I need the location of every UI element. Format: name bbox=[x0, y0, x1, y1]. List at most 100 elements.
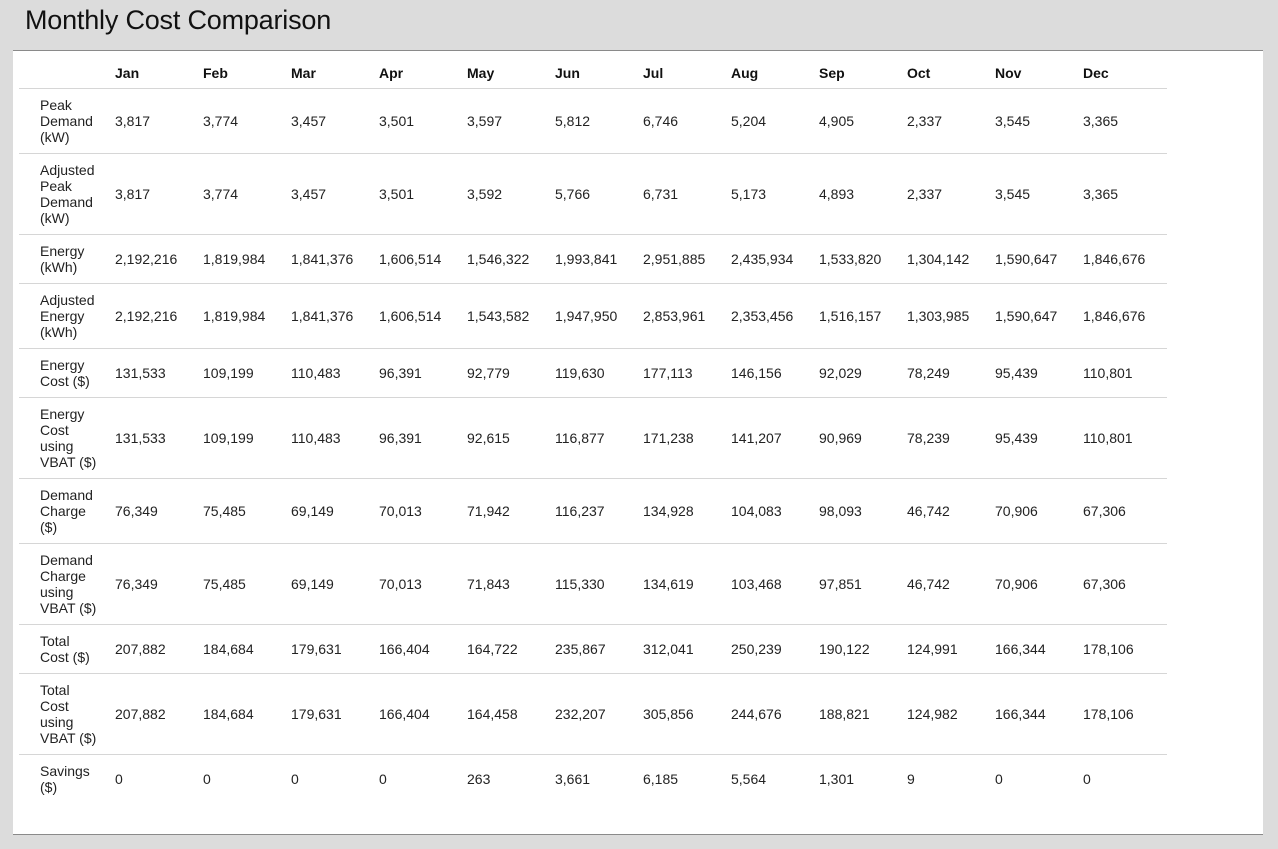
value-cell-sep: 92,029 bbox=[815, 348, 903, 398]
value-cell-may: 1,543,582 bbox=[463, 283, 551, 349]
row-label-cell: Total Cost using VBAT ($) bbox=[19, 673, 111, 755]
value-cell-mar: 69,149 bbox=[287, 543, 375, 625]
value-cell-sep: 190,122 bbox=[815, 624, 903, 674]
value-cell-aug: 104,083 bbox=[727, 478, 815, 544]
value-cell-jul: 134,619 bbox=[639, 543, 727, 625]
value-cell-may: 3,592 bbox=[463, 153, 551, 235]
value-cell-feb: 3,774 bbox=[199, 153, 287, 235]
value-cell-sep: 4,905 bbox=[815, 88, 903, 154]
row-label-cell: Energy Cost using VBAT ($) bbox=[19, 397, 111, 479]
value-cell-dec: 178,106 bbox=[1079, 673, 1167, 755]
column-header-jan: Jan bbox=[111, 58, 199, 89]
value-cell-may: 92,779 bbox=[463, 348, 551, 398]
row-label: Peak Demand (kW) bbox=[40, 97, 93, 145]
value-cell-apr: 1,606,514 bbox=[375, 283, 463, 349]
table-row: Total Cost ($) 207,882 184,684 179,631 166,4… bbox=[19, 624, 1167, 674]
column-header-mar: Mar bbox=[287, 58, 375, 89]
row-label: Adjusted Energy (kWh) bbox=[40, 292, 95, 340]
value-cell-may: 71,843 bbox=[463, 543, 551, 625]
column-header-aug: Aug bbox=[727, 58, 815, 89]
value-cell-dec: 110,801 bbox=[1079, 348, 1167, 398]
value-cell-feb: 3,774 bbox=[199, 88, 287, 154]
value-cell-dec: 0 bbox=[1083, 771, 1091, 787]
value-cell-may: 1,546,322 bbox=[463, 234, 551, 284]
value-cell-jul: 134,928 bbox=[639, 478, 727, 544]
row-label-cell: Peak Demand (kW) bbox=[19, 88, 111, 154]
column-header-dec: Dec bbox=[1079, 58, 1167, 89]
table-row: Savings ($) 0 0 0 0 263 3,661 6,185 5,564 1,301 9 0… bbox=[19, 755, 1167, 804]
value-cell-sep: 1,516,157 bbox=[815, 283, 903, 349]
value-cell-dec: 67,306 bbox=[1079, 478, 1167, 544]
value-cell-jun: 5,766 bbox=[551, 153, 639, 235]
value-cell-jun: 115,330 bbox=[551, 543, 639, 625]
value-cell-sep: 1,533,820 bbox=[815, 234, 903, 284]
value-cell-feb: 109,199 bbox=[199, 348, 287, 398]
value-cell-dec: 1,846,676 bbox=[1079, 234, 1167, 284]
value-cell-nov: 166,344 bbox=[991, 624, 1079, 674]
value-cell-nov: 70,906 bbox=[991, 478, 1079, 544]
value-cell-nov: 3,545 bbox=[991, 153, 1079, 235]
table-row: Total Cost using VBAT ($) 207,882 184,684 1… bbox=[19, 673, 1167, 755]
monthly-cost-table: Jan Feb Mar Apr May Jun Jul Aug Sep Oct Nov Dec Pea… bbox=[19, 58, 1167, 803]
value-cell-oct: 78,239 bbox=[903, 397, 991, 479]
column-header-nov: Nov bbox=[991, 58, 1079, 89]
value-cell-sep: 97,851 bbox=[815, 543, 903, 625]
value-cell-apr: 166,404 bbox=[375, 673, 463, 755]
row-label: Energy (kWh) bbox=[40, 243, 85, 275]
value-cell-jun: 232,207 bbox=[551, 673, 639, 755]
value-cell-aug: 141,207 bbox=[727, 397, 815, 479]
row-label: Energy Cost using VBAT ($) bbox=[40, 406, 97, 470]
value-cell-jul: 312,041 bbox=[639, 624, 727, 674]
row-label: Total Cost using VBAT ($) bbox=[40, 682, 97, 746]
column-header-may: May bbox=[463, 58, 551, 89]
table-row: Energy Cost ($) 131,533 109,199 110,483 96,3… bbox=[19, 348, 1167, 398]
value-cell-sep: 4,893 bbox=[815, 153, 903, 235]
table-row: Energy (kWh) 2,192,216 1,819,984 1,841,376 1… bbox=[19, 234, 1167, 284]
value-cell-oct: 124,991 bbox=[903, 624, 991, 674]
value-cell-dec: 3,365 bbox=[1079, 88, 1167, 154]
value-cell-jun: 1,993,841 bbox=[551, 234, 639, 284]
value-cell-nov: 95,439 bbox=[991, 348, 1079, 398]
row-label-cell: Energy (kWh) bbox=[19, 234, 111, 284]
value-cell-feb: 75,485 bbox=[199, 543, 287, 625]
value-cell-sep: 90,969 bbox=[815, 397, 903, 479]
value-cell-mar: 3,457 bbox=[287, 153, 375, 235]
value-cell-feb: 1,819,984 bbox=[199, 234, 287, 284]
value-cell-jan: 3,817 bbox=[111, 88, 199, 154]
value-cell-mar: 1,841,376 bbox=[287, 283, 375, 349]
value-cell-oct: 2,337 bbox=[903, 88, 991, 154]
value-cell-jul: 6,731 bbox=[639, 153, 727, 235]
value-cell-apr: 3,501 bbox=[375, 153, 463, 235]
table-row: Demand Charge using VBAT ($) 76,349 75,485… bbox=[19, 543, 1167, 625]
value-cell-jun: 116,237 bbox=[551, 478, 639, 544]
value-cell-mar: 179,631 bbox=[287, 624, 375, 674]
value-cell-aug: 2,353,456 bbox=[727, 283, 815, 349]
value-cell-sep: 188,821 bbox=[815, 673, 903, 755]
value-cell-nov: 95,439 bbox=[991, 397, 1079, 479]
header-row: Jan Feb Mar Apr May Jun Jul Aug Sep Oct Nov Dec bbox=[19, 58, 1167, 89]
value-cell-jan: 131,533 bbox=[111, 348, 199, 398]
value-cell-apr: 1,606,514 bbox=[375, 234, 463, 284]
value-cell-jun: 116,877 bbox=[551, 397, 639, 479]
page-title: Monthly Cost Comparison bbox=[25, 5, 332, 35]
column-header-jul: Jul bbox=[639, 58, 727, 89]
value-cell-jan: 0 bbox=[115, 771, 123, 787]
value-cell-aug: 5,564 bbox=[731, 771, 767, 787]
value-cell-oct: 46,742 bbox=[903, 478, 991, 544]
value-cell-jan: 2,192,216 bbox=[111, 234, 199, 284]
table-row: Peak Demand (kW) 3,817 3,774 3,457 3,501 3,59… bbox=[19, 88, 1167, 154]
value-cell-aug: 250,239 bbox=[727, 624, 815, 674]
value-cell-aug: 244,676 bbox=[727, 673, 815, 755]
value-cell-apr: 166,404 bbox=[375, 624, 463, 674]
value-cell-dec: 178,106 bbox=[1079, 624, 1167, 674]
column-header-sep: Sep bbox=[815, 58, 903, 89]
value-cell-mar: 179,631 bbox=[287, 673, 375, 755]
corner-header-cell bbox=[19, 58, 111, 89]
value-cell-dec: 1,846,676 bbox=[1079, 283, 1167, 349]
row-label: Total Cost ($) bbox=[40, 633, 90, 665]
value-cell-jan: 207,882 bbox=[111, 673, 199, 755]
value-cell-aug: 5,173 bbox=[727, 153, 815, 235]
value-cell-nov: 1,590,647 bbox=[991, 234, 1079, 284]
value-cell-aug: 2,435,934 bbox=[727, 234, 815, 284]
value-cell-jan: 3,817 bbox=[111, 153, 199, 235]
